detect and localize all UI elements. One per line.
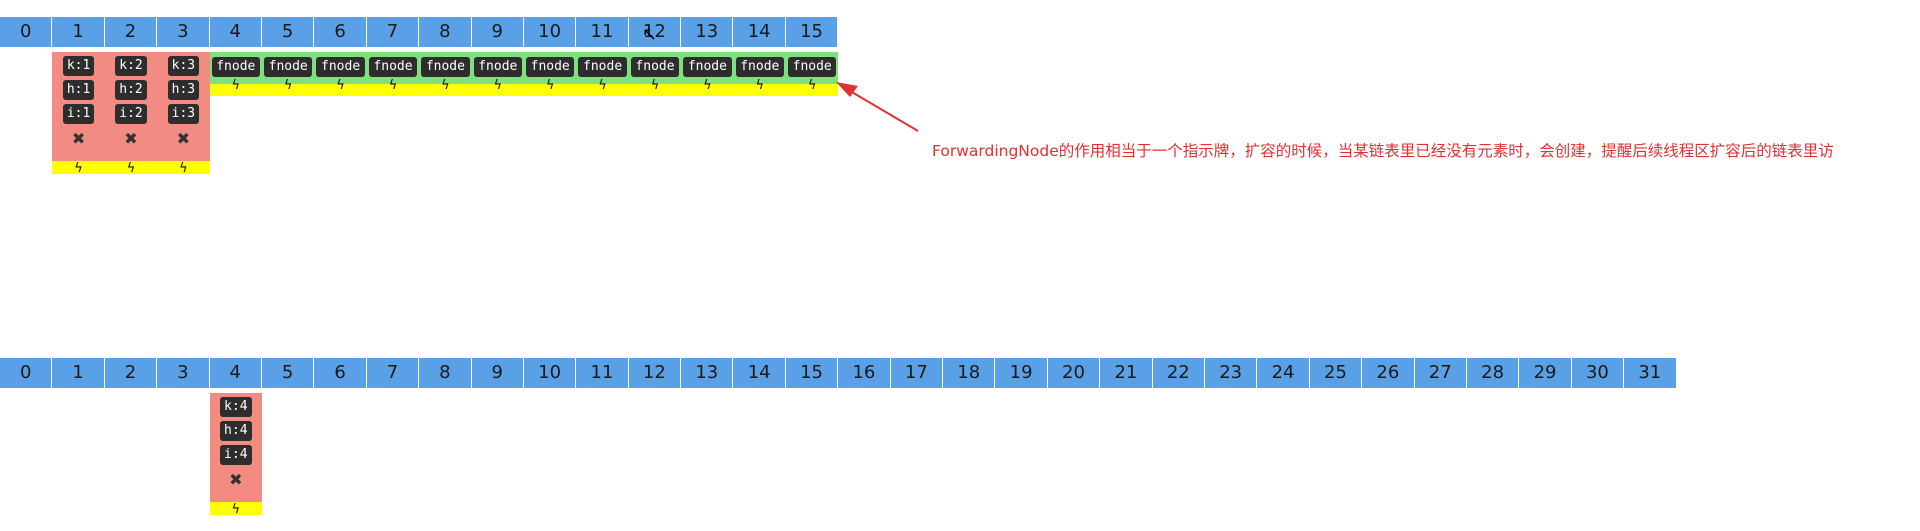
bottom-array: 0 1 2 3 4 5 6 7 8 9 10 11 12 13 14 15 16 17 18 19 20 21 22 23 24…	[0, 358, 1677, 388]
array-index-cell: 10	[523, 358, 577, 388]
broken-link-icon: ✖	[229, 470, 243, 489]
array-index-cell: 23	[1204, 358, 1258, 388]
annotation-text: ForwardingNode的作用相当于一个指示牌，扩容的时候，当某链表里已经没…	[932, 142, 1834, 160]
array-index-cell: 18	[943, 358, 996, 388]
array-index-cell: 28	[1466, 358, 1520, 388]
array-index-cell: 3	[157, 358, 210, 388]
annotation-arrow	[836, 82, 919, 132]
array-index-cell: 27	[1414, 358, 1467, 388]
array-index-cell: 15	[785, 358, 839, 388]
node-field-i: i:4	[220, 445, 252, 465]
array-index-cell: 17	[890, 358, 944, 388]
array-index-cell: 6	[314, 358, 367, 388]
lightning-icon: ϟ	[231, 502, 241, 517]
array-index-cell: 4	[209, 358, 262, 388]
node-field-k: k:4	[220, 397, 252, 417]
array-index-cell: 9	[471, 358, 524, 388]
array-index-cell: 29	[1519, 358, 1572, 388]
array-index-cell: 7	[366, 358, 420, 388]
array-index-cell: 20	[1047, 358, 1101, 388]
mouse-cursor-icon: ↖	[642, 24, 658, 45]
array-index-cell: 11	[576, 358, 629, 388]
chain-node-column: k:4 h:4 i:4 ✖ ϟ	[209, 393, 262, 517]
array-index-cell: 16	[838, 358, 891, 388]
array-index-cell: 13	[681, 358, 734, 388]
array-index-cell: 1	[52, 358, 105, 388]
array-index-cell: 5	[261, 358, 315, 388]
array-index-cell: 8	[419, 358, 472, 388]
array-index-cell: 24	[1257, 358, 1310, 388]
array-index-cell: 31	[1624, 358, 1677, 388]
array-index-cell: 22	[1152, 358, 1205, 388]
array-index-cell: 21	[1100, 358, 1153, 388]
array-index-cell: 14	[733, 358, 786, 388]
array-index-cell: 12	[628, 358, 682, 388]
array-index-cell: 19	[995, 358, 1048, 388]
node-field-h: h:4	[220, 421, 252, 441]
array-index-cell: 2	[104, 358, 158, 388]
array-index-cell: 26	[1362, 358, 1415, 388]
array-index-cell: 25	[1309, 358, 1363, 388]
array-index-cell: 0	[0, 358, 53, 388]
array-index-cell: 30	[1571, 358, 1625, 388]
